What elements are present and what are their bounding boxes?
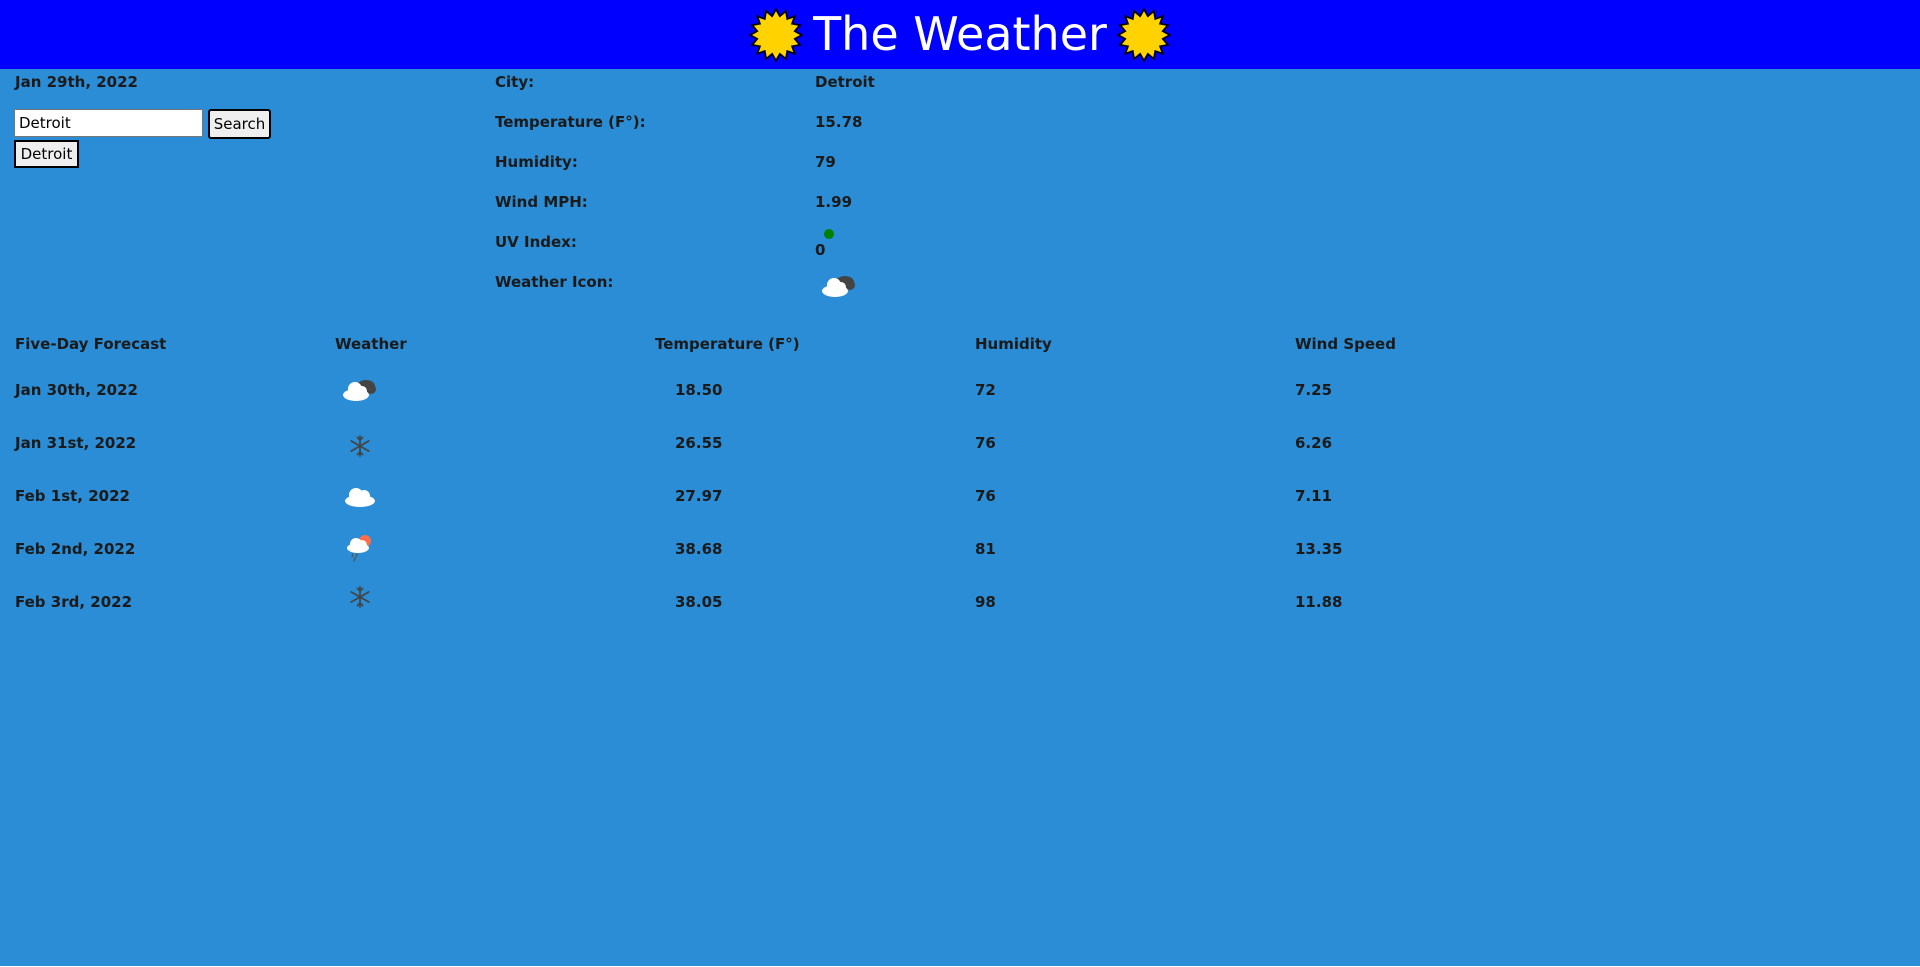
snowflake-icon xyxy=(350,435,370,457)
city-value: Detroit xyxy=(815,73,875,91)
forecast-row-5-date: Feb 3rd, 2022 xyxy=(15,593,133,611)
forecast-row-3-temp: 27.97 xyxy=(675,487,723,505)
search-input[interactable] xyxy=(14,109,203,137)
wind-value: 1.99 xyxy=(815,193,853,211)
city-label: City: xyxy=(495,73,535,91)
humidity-value: 79 xyxy=(815,153,836,171)
rain-sun-icon xyxy=(347,535,371,562)
forecast-row-5-wind: 11.88 xyxy=(1295,593,1343,611)
forecast-row-1-wind: 7.25 xyxy=(1295,381,1333,399)
weather-icon-label: Weather Icon: xyxy=(495,273,614,291)
forecast-row-1-date: Jan 30th, 2022 xyxy=(15,381,138,399)
forecast-row-4-temp: 38.68 xyxy=(675,540,723,558)
forecast-row-1-temp: 18.50 xyxy=(675,381,723,399)
forecast-row-4-wind: 13.35 xyxy=(1295,540,1343,558)
forecast-header-weather: Weather xyxy=(335,335,407,353)
header-bar: The Weather xyxy=(0,0,1920,69)
forecast-row-1-humidity: 72 xyxy=(975,381,996,399)
wind-label: Wind MPH: xyxy=(495,193,588,211)
snowflake-icon xyxy=(350,586,370,608)
history-city-button[interactable]: Detroit xyxy=(14,140,79,168)
forecast-header-temperature: Temperature (F°) xyxy=(655,335,800,353)
uv-indicator-dot xyxy=(824,229,834,239)
current-date: Jan 29th, 2022 xyxy=(15,73,138,91)
weather-app: The Weather Jan 29th, 2022 Search Detroi… xyxy=(0,0,1920,967)
page-title: The Weather xyxy=(813,6,1107,61)
cloud-icon xyxy=(345,488,375,507)
forecast-header-day: Five-Day Forecast xyxy=(15,335,167,353)
cloud-dark-icon xyxy=(343,380,376,401)
forecast-row-3-wind: 7.11 xyxy=(1295,487,1333,505)
forecast-header-wind: Wind Speed xyxy=(1295,335,1396,353)
forecast-row-2-temp: 26.55 xyxy=(675,434,723,452)
forecast-row-4-date: Feb 2nd, 2022 xyxy=(15,540,136,558)
forecast-row-3-humidity: 76 xyxy=(975,487,996,505)
uv-index-label: UV Index: xyxy=(495,233,577,251)
forecast-row-2-date: Jan 31st, 2022 xyxy=(15,434,137,452)
forecast-row-3-date: Feb 1st, 2022 xyxy=(15,487,130,505)
search-button[interactable]: Search xyxy=(208,109,271,139)
forecast-row-2-wind: 6.26 xyxy=(1295,434,1333,452)
title-wrap: The Weather xyxy=(0,0,1920,69)
forecast-header-humidity: Humidity xyxy=(975,335,1052,353)
temperature-label: Temperature (F°): xyxy=(495,113,646,131)
forecast-row-5-humidity: 98 xyxy=(975,593,996,611)
forecast-row-5-temp: 38.05 xyxy=(675,593,723,611)
forecast-row-4-humidity: 81 xyxy=(975,540,996,558)
cloud-dark-icon xyxy=(822,276,855,297)
temperature-value: 15.78 xyxy=(815,113,863,131)
uv-index-value: 0 xyxy=(815,241,826,259)
sun-icon xyxy=(1116,7,1171,62)
humidity-label: Humidity: xyxy=(495,153,578,171)
main-content: Jan 29th, 2022 Search Detroit City: Detr… xyxy=(0,69,1920,966)
forecast-row-2-humidity: 76 xyxy=(975,434,996,452)
sun-icon xyxy=(749,7,804,62)
